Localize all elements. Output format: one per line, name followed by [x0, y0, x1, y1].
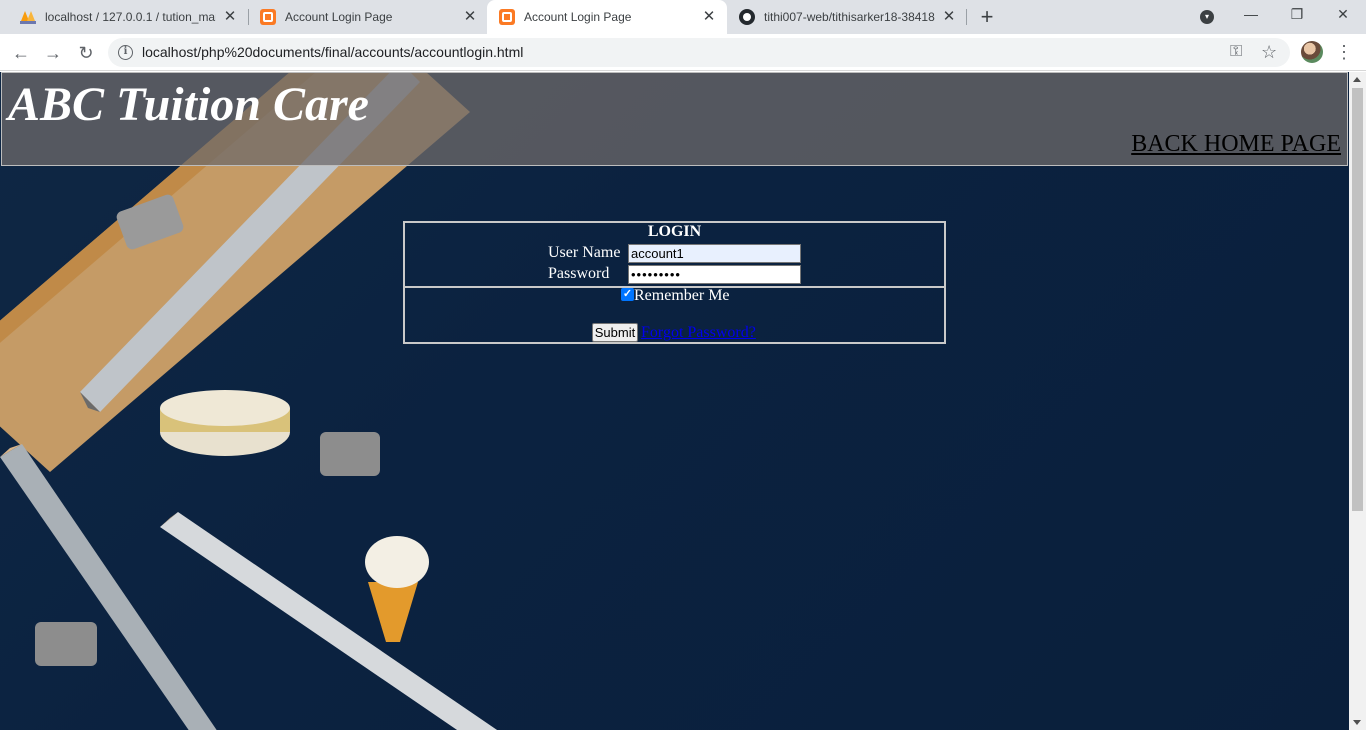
- username-label: User Name: [548, 244, 621, 261]
- back-home-link[interactable]: BACK HOME PAGE: [1131, 131, 1341, 158]
- scrollbar-thumb[interactable]: [1352, 88, 1363, 511]
- submit-button[interactable]: Submit: [592, 323, 638, 342]
- back-arrow-icon[interactable]: ←: [9, 41, 33, 65]
- info-icon[interactable]: i: [118, 45, 133, 60]
- kebab-menu-icon[interactable]: ⋮: [1334, 41, 1354, 63]
- remember-me-label: Remember Me: [634, 287, 730, 304]
- xampp-icon: [260, 9, 276, 25]
- close-icon[interactable]: ✕: [701, 9, 717, 25]
- close-icon[interactable]: ✕: [462, 9, 478, 25]
- washi-tape-decoration: [160, 390, 290, 456]
- tab-phpmyadmin[interactable]: localhost / 127.0.0.1 / tution_man ✕: [8, 0, 248, 34]
- tab-title: localhost / 127.0.0.1 / tution_man: [45, 10, 216, 24]
- new-tab-button[interactable]: +: [976, 6, 998, 28]
- key-icon[interactable]: ⚿: [1230, 41, 1242, 63]
- address-bar[interactable]: i localhost/php%20documents/final/accoun…: [108, 38, 1290, 67]
- browser-toolbar: ← → ↻ i localhost/php%20documents/final/…: [0, 34, 1366, 71]
- profile-avatar[interactable]: [1301, 41, 1323, 63]
- vertical-scrollbar[interactable]: [1349, 72, 1366, 730]
- tab-title: tithi007-web/tithisarker18-38418: [764, 10, 935, 24]
- tab-strip: localhost / 127.0.0.1 / tution_man ✕ Acc…: [0, 0, 1366, 34]
- login-form: LOGIN User Name account1 Password ••••••…: [403, 221, 946, 344]
- tab-account-login-1[interactable]: Account Login Page ✕: [248, 0, 488, 34]
- tab-separator: [966, 9, 967, 25]
- window-close-button[interactable]: ✕: [1320, 0, 1366, 30]
- minimize-button[interactable]: —: [1228, 0, 1274, 30]
- github-icon: [739, 9, 755, 25]
- close-icon[interactable]: ✕: [941, 9, 957, 25]
- tab-github[interactable]: tithi007-web/tithisarker18-38418 ✕: [727, 0, 967, 34]
- password-label: Password: [548, 265, 610, 282]
- phpmyadmin-icon: [20, 9, 36, 25]
- tab-search-icon[interactable]: ▾: [1200, 10, 1214, 24]
- page-viewport: ABC Tuition Care BACK HOME PAGE LOGIN Us…: [0, 72, 1366, 730]
- scroll-down-arrow-icon[interactable]: [1353, 720, 1361, 725]
- tab-title: Account Login Page: [524, 10, 632, 24]
- password-input[interactable]: •••••••••: [628, 265, 801, 284]
- login-title: LOGIN: [647, 223, 702, 240]
- site-header: ABC Tuition Care BACK HOME PAGE: [1, 72, 1348, 166]
- site-brand-title: ABC Tuition Care: [8, 78, 369, 131]
- remember-me-checkbox[interactable]: ✓: [621, 288, 634, 301]
- xampp-icon: [499, 9, 515, 25]
- reload-icon[interactable]: ↻: [74, 41, 98, 65]
- tab-title: Account Login Page: [285, 10, 393, 24]
- username-input[interactable]: account1: [628, 244, 801, 263]
- close-icon[interactable]: ✕: [222, 9, 238, 25]
- forgot-password-link[interactable]: Forgot Password?: [641, 324, 756, 342]
- forward-arrow-icon[interactable]: →: [41, 41, 65, 65]
- url-text[interactable]: localhost/php%20documents/final/accounts…: [142, 38, 523, 67]
- star-icon[interactable]: ☆: [1261, 40, 1277, 64]
- tab-account-login-active[interactable]: Account Login Page ✕: [487, 0, 727, 34]
- desk-background-image: [0, 72, 498, 730]
- restore-button[interactable]: ❐: [1274, 0, 1320, 30]
- ice-cream-decoration: [365, 536, 429, 642]
- scroll-up-arrow-icon[interactable]: [1353, 77, 1361, 82]
